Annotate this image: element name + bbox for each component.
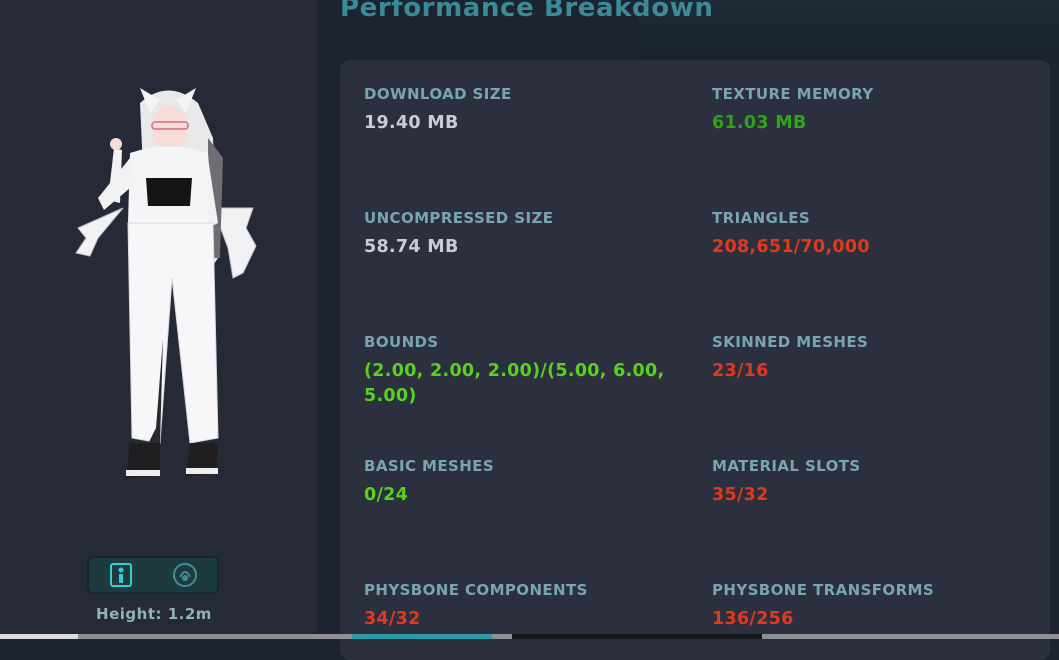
stat-download-size: DOWNLOAD SIZE 19.40 MB — [364, 85, 674, 136]
stat-label: PHYSBONE TRANSFORMS — [712, 581, 935, 599]
stat-bounds: BOUNDS (2.00, 2.00, 2.00)/(5.00, 6.00, 5… — [364, 333, 674, 409]
stat-value: 0/24 — [364, 485, 409, 505]
avatar-stats-button[interactable] — [153, 558, 217, 592]
avatar-stats-icon — [173, 563, 197, 587]
stat-label: TRIANGLES — [712, 209, 811, 227]
stat-label: DOWNLOAD SIZE — [364, 85, 512, 103]
stat-skinned-meshes: SKINNED MESHES 23/16 — [712, 333, 1022, 384]
avatar-panel: Height: 1.2m — [0, 0, 318, 634]
stat-physbone-components: PHYSBONE COMPONENTS 34/32 — [364, 581, 674, 632]
stat-value: 35/32 — [712, 485, 769, 505]
avatar-preview — [75, 88, 257, 478]
stat-value: (2.00, 2.00, 2.00)/(5.00, 6.00, 5.00) — [364, 361, 665, 406]
bottom-bar — [0, 634, 1059, 639]
stat-value: 208,651/70,000 — [712, 237, 870, 257]
view-toggle — [87, 556, 219, 594]
stat-physbone-transforms: PHYSBONE TRANSFORMS 136/256 — [712, 581, 1022, 632]
stat-value: 23/16 — [712, 361, 769, 381]
performance-stats-card: DOWNLOAD SIZE 19.40 MB TEXTURE MEMORY 61… — [340, 60, 1050, 660]
stat-value: 19.40 MB — [364, 113, 459, 133]
stat-basic-meshes: BASIC MESHES 0/24 — [364, 457, 674, 508]
stat-label: SKINNED MESHES — [712, 333, 869, 351]
avatar-height-label: Height: 1.2m — [96, 605, 212, 623]
stat-label: BOUNDS — [364, 333, 439, 351]
avatar-info-icon — [110, 563, 132, 587]
stat-value: 34/32 — [364, 609, 421, 629]
stat-label: TEXTURE MEMORY — [712, 85, 874, 103]
stat-value: 61.03 MB — [712, 113, 807, 133]
page-title: Performance Breakdown — [340, 0, 714, 23]
stat-texture-memory: TEXTURE MEMORY 61.03 MB — [712, 85, 1022, 136]
stat-label: UNCOMPRESSED SIZE — [364, 209, 554, 227]
stat-uncompressed-size: UNCOMPRESSED SIZE 58.74 MB — [364, 209, 674, 260]
stat-material-slots: MATERIAL SLOTS 35/32 — [712, 457, 1022, 508]
stat-label: PHYSBONE COMPONENTS — [364, 581, 588, 599]
stat-triangles: TRIANGLES 208,651/70,000 — [712, 209, 1022, 260]
stat-label: MATERIAL SLOTS — [712, 457, 861, 475]
avatar-info-button[interactable] — [89, 558, 153, 592]
stat-label: BASIC MESHES — [364, 457, 495, 475]
stat-value: 136/256 — [712, 609, 794, 629]
stat-value: 58.74 MB — [364, 237, 459, 257]
